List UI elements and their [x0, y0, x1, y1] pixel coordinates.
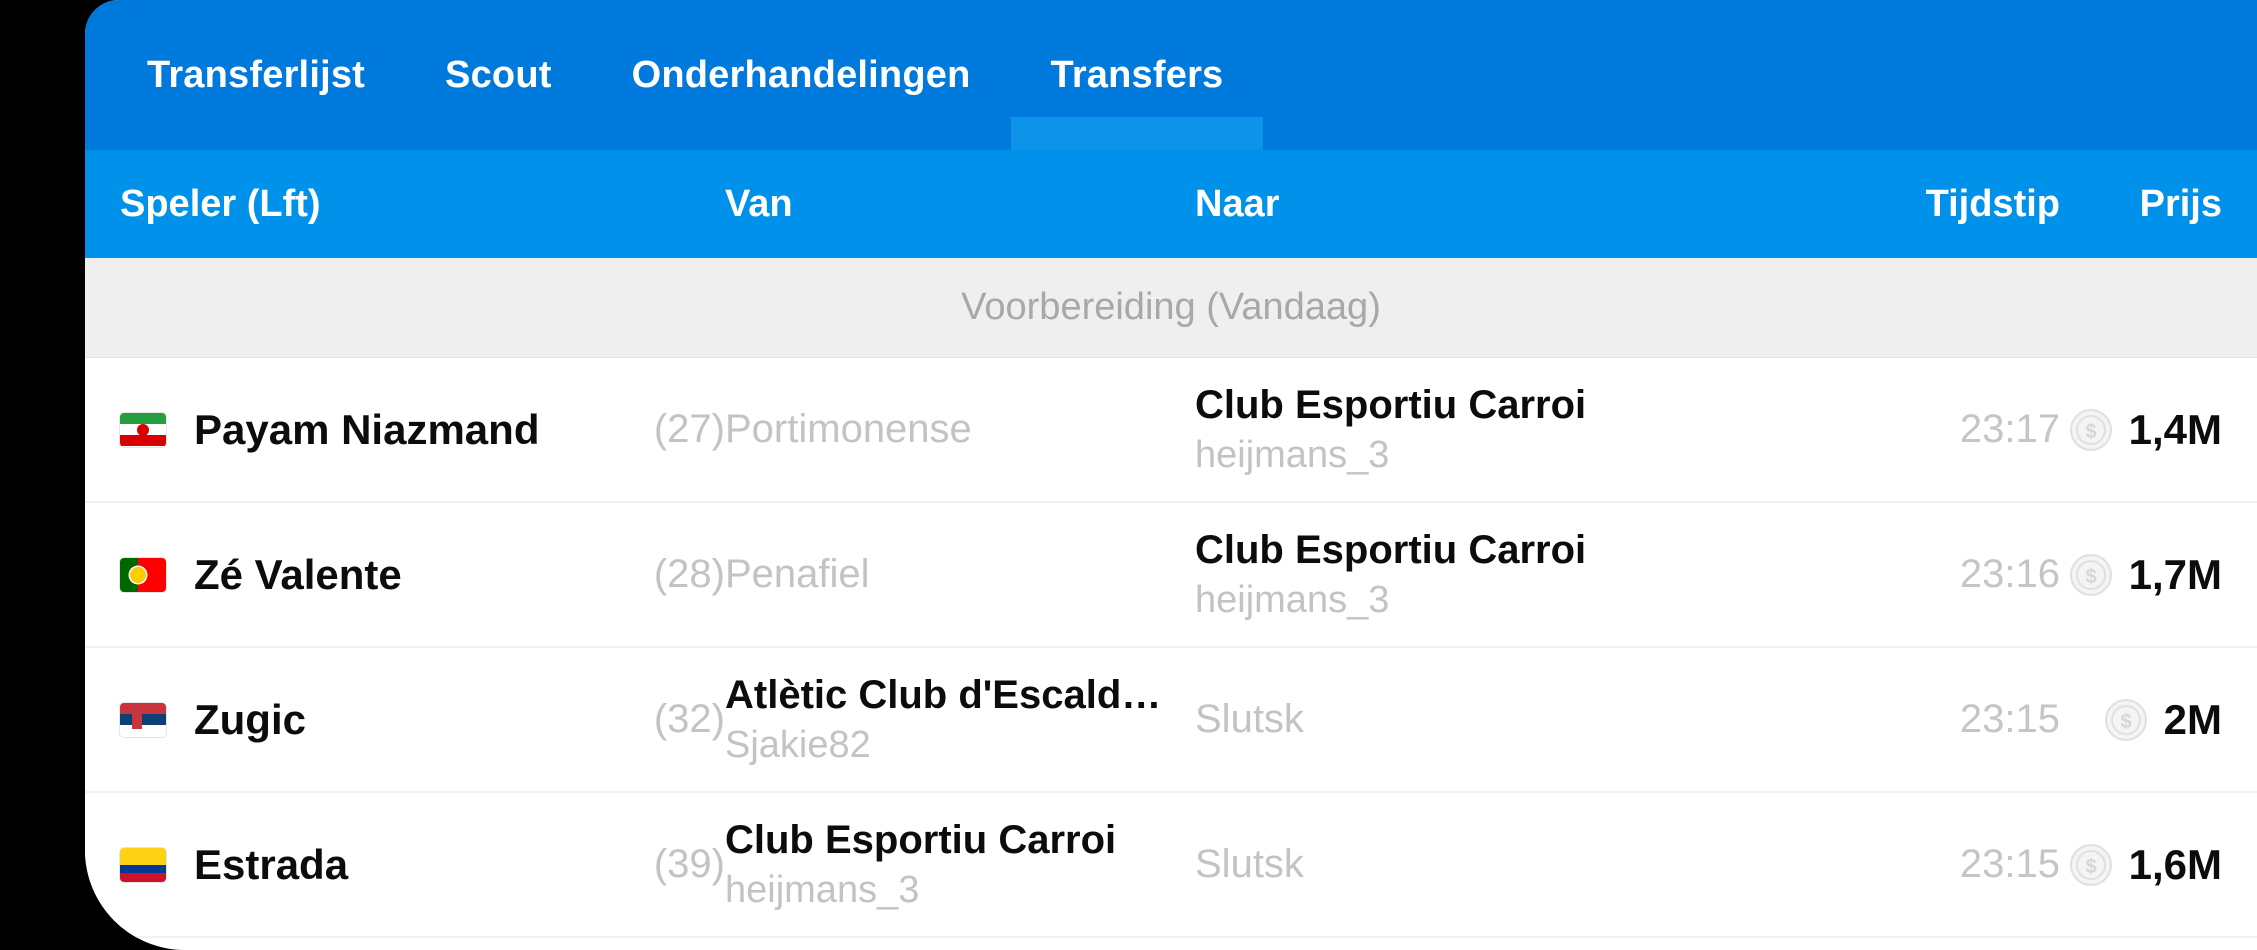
- colombia-flag: [120, 847, 166, 882]
- from-club-name: Club Esportiu Carroi: [725, 817, 1117, 862]
- tab-label: Scout: [445, 53, 552, 96]
- table-row[interactable]: Payam Niazmand (27) Portimonense Club Espor…: [85, 358, 2257, 503]
- cell-time: 23:15: [1959, 842, 2060, 886]
- to-club-name: Club Esportiu Carroi: [1195, 382, 1587, 427]
- player-name: Estrada: [194, 840, 349, 888]
- cell-to-club: Club Esportiu Carroi heijmans_3: [1195, 528, 1725, 622]
- portugal-flag: [120, 557, 166, 592]
- player-name: Zugic: [194, 695, 306, 743]
- column-header-price[interactable]: Prijs: [2060, 183, 2257, 226]
- player-age: (39): [653, 842, 725, 886]
- to-club-manager: heijmans_3: [1195, 578, 1390, 621]
- player-name: Payam Niazmand: [194, 405, 540, 453]
- from-club-manager: heijmans_3: [725, 868, 920, 911]
- iran-flag: [120, 412, 166, 447]
- price-value: 2M: [2163, 695, 2222, 743]
- from-club-manager: Sjakie82: [725, 723, 871, 766]
- serbia-flag: [120, 702, 166, 737]
- cell-player: Estrada (39): [85, 841, 725, 889]
- column-header-from[interactable]: Van: [725, 183, 1195, 226]
- table-row[interactable]: Estrada (39) Club Esportiu Carroi heijmans_…: [85, 793, 2257, 938]
- table-row[interactable]: Zugic (32) Atlètic Club d'Escald… Sjakie82 S…: [85, 648, 2257, 793]
- cell-time: 23:16: [1959, 552, 2060, 596]
- to-club-manager: heijmans_3: [1195, 433, 1390, 476]
- cell-price: $1,7M: [2060, 551, 2257, 599]
- coin-icon: $: [2069, 408, 2113, 452]
- cell-from-club: Penafiel: [725, 552, 1195, 597]
- cell-price: $1,4M: [2060, 406, 2257, 454]
- to-club-name: Slutsk: [1195, 842, 1304, 886]
- tab-label: Onderhandelingen: [631, 53, 971, 96]
- transfer-rows: Payam Niazmand (27) Portimonense Club Espor…: [85, 358, 2257, 938]
- cell-player: Zugic (32): [85, 696, 725, 744]
- cell-player: Payam Niazmand (27): [85, 406, 725, 454]
- table-row[interactable]: Zé Valente (28) Penafiel Club Esportiu Carr…: [85, 503, 2257, 648]
- svg-text:$: $: [2085, 566, 2096, 588]
- cell-from-club: Atlètic Club d'Escald… Sjakie82: [725, 673, 1195, 767]
- tab-transferlijst[interactable]: Transferlijst: [107, 0, 405, 150]
- player-age: (27): [653, 407, 725, 451]
- svg-text:$: $: [2085, 856, 2096, 878]
- price-value: 1,6M: [2128, 840, 2222, 888]
- transfers-panel: Transferlijst Scout Onderhandelingen Transf…: [85, 0, 2257, 950]
- tab-bar: Transferlijst Scout Onderhandelingen Transf…: [85, 0, 2257, 150]
- coin-icon: $: [2104, 698, 2148, 742]
- price-value: 1,7M: [2128, 550, 2222, 598]
- tab-scout[interactable]: Scout: [405, 0, 592, 150]
- cell-to-club: Club Esportiu Carroi heijmans_3: [1195, 383, 1725, 477]
- section-header-label: Voorbereiding (Vandaag): [961, 286, 1381, 328]
- coin-icon: $: [2069, 843, 2113, 887]
- cell-from-club: Club Esportiu Carroi heijmans_3: [725, 818, 1195, 912]
- app-root: Transferlijst Scout Onderhandelingen Transf…: [0, 0, 2257, 950]
- cell-time: 23:15: [1959, 697, 2060, 741]
- tab-label: Transfers: [1050, 53, 1224, 96]
- player-name: Zé Valente: [194, 550, 402, 598]
- price-value: 1,4M: [2128, 405, 2222, 453]
- column-header-to[interactable]: Naar: [1195, 183, 1725, 226]
- cell-to-club: Slutsk: [1195, 697, 1725, 742]
- player-age: (28): [653, 552, 725, 596]
- section-header: Voorbereiding (Vandaag): [85, 258, 2257, 358]
- to-club-name: Club Esportiu Carroi: [1195, 527, 1587, 572]
- column-header-time[interactable]: Tijdstip: [1725, 183, 2060, 226]
- tab-label: Transferlijst: [147, 53, 366, 96]
- tab-onderhandelingen[interactable]: Onderhandelingen: [592, 0, 1011, 150]
- table-column-header: Speler (Lft) Van Naar Tijdstip Prijs: [85, 150, 2257, 258]
- column-header-player[interactable]: Speler (Lft): [85, 183, 725, 226]
- from-club-name: Penafiel: [725, 552, 870, 596]
- to-club-name: Slutsk: [1195, 697, 1304, 741]
- player-age: (32): [653, 697, 725, 741]
- svg-text:$: $: [2120, 711, 2131, 733]
- cell-player: Zé Valente (28): [85, 551, 725, 599]
- cell-from-club: Portimonense: [725, 407, 1195, 452]
- tab-transfers[interactable]: Transfers: [1010, 0, 1264, 150]
- cell-price: $2M: [2060, 696, 2257, 744]
- cell-price: $1,6M: [2060, 841, 2257, 889]
- from-club-name: Atlètic Club d'Escald…: [725, 672, 1162, 717]
- from-club-name: Portimonense: [725, 407, 972, 451]
- cell-time: 23:17: [1959, 407, 2060, 451]
- svg-text:$: $: [2085, 421, 2096, 443]
- coin-icon: $: [2069, 553, 2113, 597]
- cell-to-club: Slutsk: [1195, 842, 1725, 887]
